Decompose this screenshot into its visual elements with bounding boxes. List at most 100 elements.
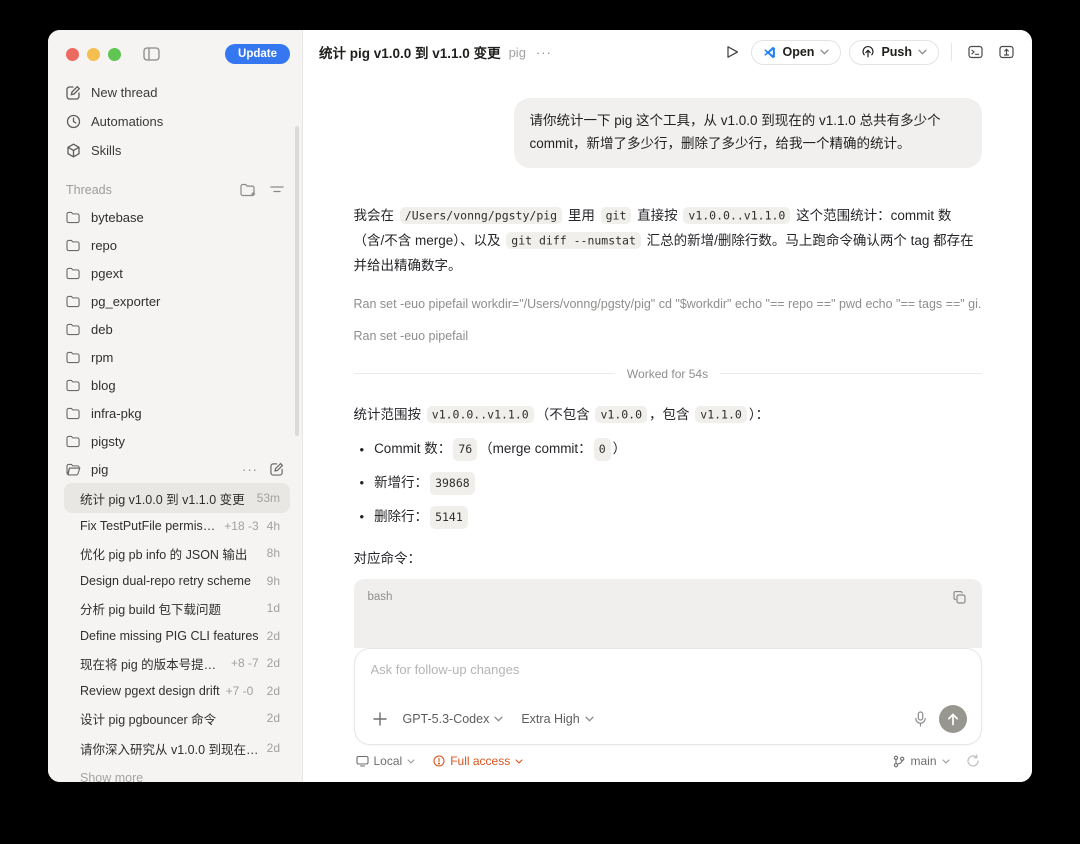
model-selector[interactable]: GPT-5.3-Codex	[403, 712, 504, 726]
thread-item[interactable]: 现在将 pig 的版本号提升... +8 -7 2d	[64, 648, 290, 678]
thread-list: 统计 pig v1.0.0 到 v1.1.0 变更 53m Fix TestPu…	[48, 483, 302, 782]
thread-title: 现在将 pig 的版本号提升...	[80, 654, 225, 673]
project-tag: pig	[509, 45, 526, 60]
zoom-window-button[interactable]	[108, 48, 121, 61]
folder-item[interactable]: pgext	[48, 259, 302, 287]
folder-item[interactable]: blog	[48, 371, 302, 399]
attach-button[interactable]	[371, 710, 389, 728]
filter-icon[interactable]	[270, 183, 284, 197]
main-header: 统计 pig v1.0.0 到 v1.1.0 变更 pig ··· Open	[303, 30, 1032, 74]
folder-open-icon	[66, 463, 81, 476]
folder-item[interactable]: pg_exporter	[48, 287, 302, 315]
thread-diff-stat: +18 -3	[224, 519, 258, 533]
threads-header: Threads	[48, 165, 302, 203]
folder-item[interactable]: repo	[48, 231, 302, 259]
nav-item-label: Skills	[91, 143, 121, 158]
sync-icon[interactable]	[966, 754, 980, 768]
thread-time: 2d	[259, 684, 280, 698]
push-button[interactable]: Push	[849, 40, 939, 65]
main-panel: 统计 pig v1.0.0 到 v1.1.0 变更 pig ··· Open	[303, 30, 1032, 782]
chevron-down-icon	[494, 716, 503, 722]
copy-code-button[interactable]	[951, 589, 968, 606]
close-window-button[interactable]	[66, 48, 79, 61]
model-label: GPT-5.3-Codex	[403, 712, 490, 726]
thread-item[interactable]: 统计 pig v1.0.0 到 v1.1.0 变更 53m	[64, 483, 290, 513]
thread-time: 53m	[249, 491, 280, 505]
microphone-icon	[914, 711, 927, 727]
page-title: 统计 pig v1.0.0 到 v1.1.0 变更	[319, 42, 501, 62]
effort-label: Extra High	[521, 712, 579, 726]
compose-icon[interactable]	[270, 462, 284, 476]
thread-item[interactable]: Fix TestPutFile permiss... +18 -3 4h	[64, 513, 290, 538]
sidebar-nav: New thread Automations Skills	[48, 74, 302, 165]
sidebar-toggle-icon[interactable]	[143, 47, 160, 61]
thread-item[interactable]: 优化 pig pb info 的 JSON 输出 8h	[64, 538, 290, 568]
thread-item[interactable]: 分析 pig build 包下载问题 1d	[64, 593, 290, 623]
send-button[interactable]	[939, 705, 967, 733]
folder-item[interactable]: infra-pkg	[48, 399, 302, 427]
branch-selector[interactable]: main	[893, 754, 949, 768]
stat-item-additions: 新增行：39868	[354, 472, 982, 495]
clock-icon	[66, 114, 81, 129]
thread-title: 分析 pig build 包下载问题	[80, 599, 221, 618]
worked-divider[interactable]: Worked for 54s	[354, 367, 982, 381]
push-button-label: Push	[881, 45, 912, 59]
message-input[interactable]	[371, 662, 967, 696]
titlebar: Update	[48, 30, 302, 74]
environment-selector[interactable]: Local	[356, 754, 416, 768]
branch-label: main	[910, 754, 936, 768]
open-button[interactable]: Open	[751, 40, 841, 65]
thread-time: 2d	[259, 629, 280, 643]
skills-button[interactable]: Skills	[48, 136, 302, 165]
thread-item[interactable]: Design dual-repo retry scheme 9h	[64, 568, 290, 593]
ran-command-line[interactable]: Ran set -euo pipefail	[354, 329, 982, 343]
ran-command-line[interactable]: Ran set -euo pipefail workdir="/Users/vo…	[354, 297, 982, 311]
thread-time: 8h	[259, 546, 280, 560]
thread-time: 9h	[259, 574, 280, 588]
minimize-window-button[interactable]	[87, 48, 100, 61]
divider	[720, 373, 981, 374]
sidebar: Update New thread Automations	[48, 30, 303, 782]
thread-title: Define missing PIG CLI features	[80, 629, 259, 643]
arrow-up-icon	[947, 713, 959, 726]
export-button[interactable]	[995, 41, 1018, 63]
dictate-button[interactable]	[914, 711, 927, 727]
display-icon	[356, 755, 369, 767]
folder-menu-icon[interactable]: ···	[242, 462, 258, 477]
thread-item[interactable]: Review pgext design drift +7 -0 2d	[64, 678, 290, 703]
folder-label: blog	[91, 378, 116, 393]
sidebar-scrollbar[interactable]	[295, 126, 299, 436]
plus-icon	[373, 712, 387, 726]
show-more-button[interactable]: Show more	[48, 763, 302, 782]
git-branch-icon	[893, 755, 905, 768]
folder-item[interactable]: rpm	[48, 343, 302, 371]
folder-list: bytebase repo pgext pg_exporter deb rpm	[48, 203, 302, 483]
folder-item[interactable]: pigsty	[48, 427, 302, 455]
automations-button[interactable]: Automations	[48, 107, 302, 136]
new-thread-button[interactable]: New thread	[48, 78, 302, 107]
thread-item[interactable]: 设计 pig pgbouncer 命令 2d	[64, 703, 290, 733]
access-label: Full access	[450, 754, 510, 768]
folder-item-pig-open[interactable]: pig ···	[48, 455, 302, 483]
composer: GPT-5.3-Codex Extra High	[354, 648, 982, 745]
effort-selector[interactable]: Extra High	[521, 712, 593, 726]
access-selector[interactable]: Full access	[433, 754, 523, 768]
run-button[interactable]	[722, 41, 743, 63]
folder-item[interactable]: deb	[48, 315, 302, 343]
nav-item-label: Automations	[91, 114, 163, 129]
thread-item[interactable]: Define missing PIG CLI features 2d	[64, 623, 290, 648]
thread-time: 2d	[259, 741, 280, 755]
terminal-icon	[968, 45, 983, 59]
folder-item[interactable]: bytebase	[48, 203, 302, 231]
copy-icon	[953, 591, 966, 604]
folder-label: deb	[91, 322, 113, 337]
thread-item[interactable]: 请你深入研究从 v1.0.0 到现在的... 2d	[64, 733, 290, 763]
chat-area[interactable]: 请你统计一下 pig 这个工具，从 v1.0.0 到现在的 v1.1.0 总共有…	[303, 74, 1032, 648]
export-icon	[999, 45, 1014, 59]
thread-time: 2d	[259, 656, 280, 670]
update-button[interactable]: Update	[225, 44, 290, 64]
terminal-button[interactable]	[964, 41, 987, 63]
thread-time: 4h	[259, 519, 280, 533]
new-folder-icon[interactable]	[240, 183, 256, 197]
overflow-menu-icon[interactable]: ···	[536, 45, 552, 60]
